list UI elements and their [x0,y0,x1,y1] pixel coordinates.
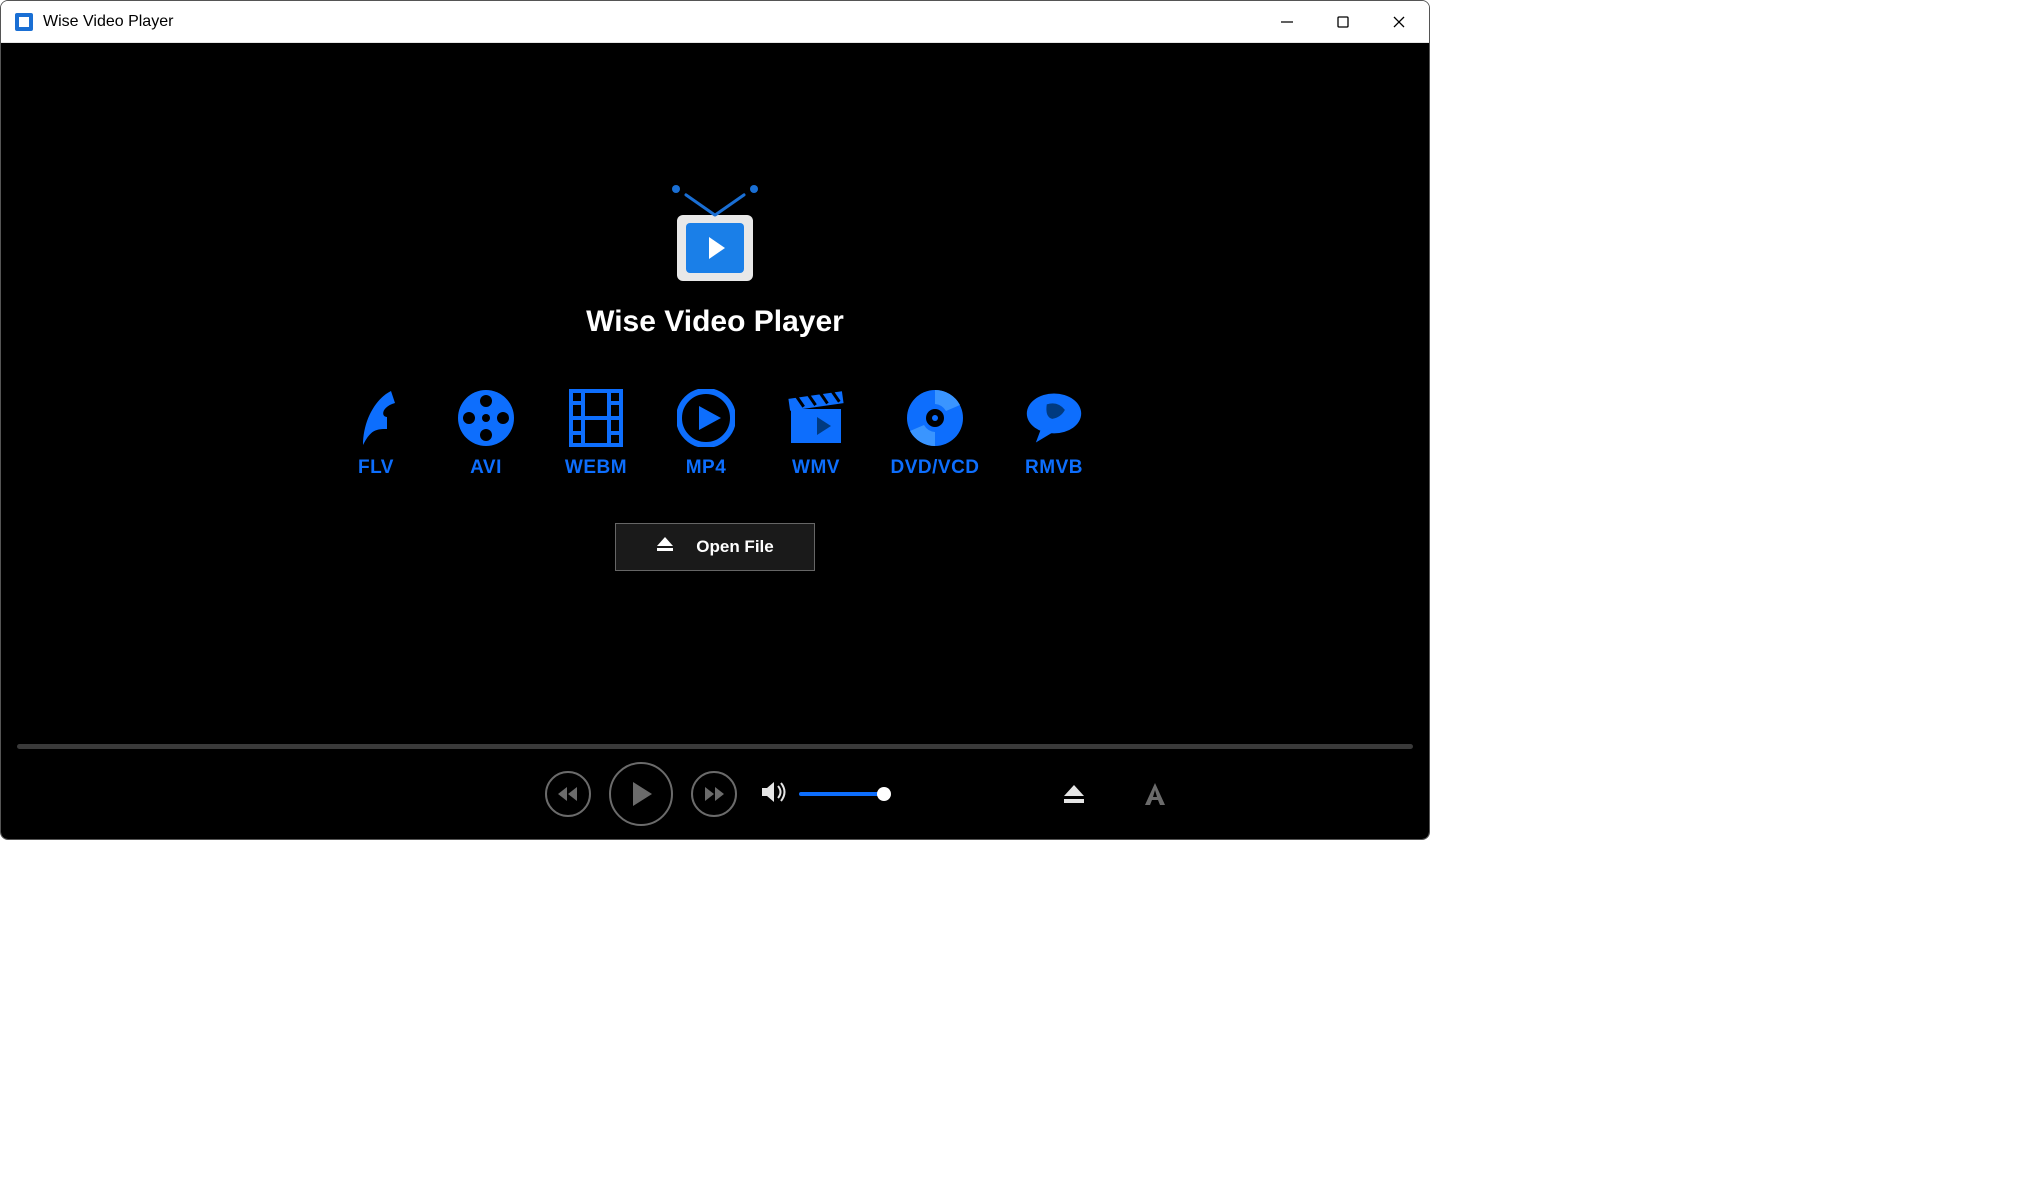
play-disc-icon [677,389,735,447]
format-label: FLV [358,457,394,479]
tv-icon [677,215,753,281]
playback-controls [1,749,1429,839]
formats-row: FLV AVI WEBM [341,389,1089,479]
eject-icon [656,536,674,557]
volume-control [761,781,885,808]
volume-icon[interactable] [761,781,787,808]
window-title: Wise Video Player [43,13,173,31]
volume-thumb[interactable] [877,787,891,801]
format-flv: FLV [341,389,411,479]
maximize-button[interactable] [1315,1,1371,43]
app-name-label: Wise Video Player [586,305,844,339]
clapper-icon [787,389,845,447]
reel-icon [457,389,515,447]
app-window: Wise Video Player Wise Video Player [0,0,1430,840]
format-label: DVD/VCD [891,457,980,479]
format-avi: AVI [451,389,521,479]
splash-stage: Wise Video Player FLV AVI [1,43,1429,744]
disc-icon [906,389,964,447]
flash-icon [347,389,405,447]
open-file-button[interactable]: Open File [615,523,815,571]
rewind-button[interactable] [545,771,591,817]
tv-antenna-icon [675,187,755,213]
format-label: WEBM [565,457,627,479]
format-webm: WEBM [561,389,631,479]
titlebar: Wise Video Player [1,1,1429,43]
eject-button[interactable] [1063,784,1085,804]
play-button[interactable] [609,762,673,826]
volume-slider[interactable] [799,792,885,796]
format-label: WMV [792,457,840,479]
chat-icon [1025,389,1083,447]
format-label: AVI [470,457,502,479]
format-rmvb: RMVB [1019,389,1089,479]
close-button[interactable] [1371,1,1427,43]
format-wmv: WMV [781,389,851,479]
minimize-button[interactable] [1259,1,1315,43]
forward-button[interactable] [691,771,737,817]
format-mp4: MP4 [671,389,741,479]
subtitle-button[interactable] [1141,781,1169,807]
open-file-label: Open File [696,537,773,557]
format-label: MP4 [686,457,727,479]
content-area: Wise Video Player FLV AVI [1,43,1429,839]
app-logo: Wise Video Player [586,187,844,339]
format-dvd-vcd: DVD/VCD [891,389,979,479]
format-label: RMVB [1025,457,1083,479]
film-icon [567,389,625,447]
app-icon [15,13,33,31]
